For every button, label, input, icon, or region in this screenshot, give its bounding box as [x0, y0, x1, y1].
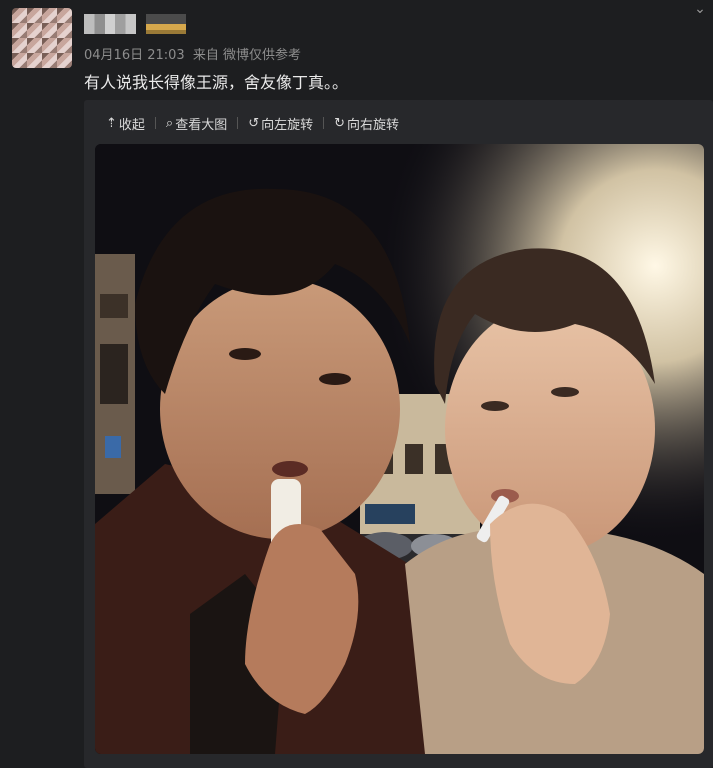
collapse-label: 收起	[118, 117, 145, 133]
post-meta: 04月16日 21:03 来自 微博仅供参考	[84, 44, 301, 63]
user-badge-icon	[146, 14, 186, 34]
rotate-right-icon: ↻	[334, 115, 346, 131]
post-timestamp[interactable]: 04月16日 21:03	[84, 48, 185, 63]
weibo-post: ⌄ 04月16日 21:03 来自 微博仅供参考 有人说我长得像王源，舍友像丁真…	[0, 0, 713, 768]
post-text: 有人说我长得像王源，舍友像丁真。。	[84, 73, 349, 92]
rotate-left-button[interactable]: ↺ 向左旋转	[238, 114, 323, 133]
rotate-left-label: 向左旋转	[261, 117, 314, 133]
view-large-label: 查看大图	[175, 117, 228, 133]
media-toolbar: ⇡ 收起 ⌕ 查看大图 ↺ 向左旋转 ↻ 向右旋转	[106, 112, 409, 134]
avatar[interactable]	[12, 8, 72, 68]
rotate-right-label: 向右旋转	[347, 117, 400, 133]
post-source: 来自 微博仅供参考	[192, 48, 301, 63]
chevron-down-icon[interactable]: ⌄	[693, 2, 707, 16]
rotate-right-button[interactable]: ↻ 向右旋转	[324, 114, 409, 133]
view-large-button[interactable]: ⌕ 查看大图	[156, 114, 237, 133]
media-panel: ⇡ 收起 ⌕ 查看大图 ↺ 向左旋转 ↻ 向右旋转	[84, 100, 713, 768]
post-photo[interactable]	[95, 144, 704, 754]
collapse-button[interactable]: ⇡ 收起	[106, 114, 155, 133]
up-arrow-icon: ⇡	[106, 115, 117, 131]
rotate-left-icon: ↺	[248, 115, 260, 131]
username-pixelated[interactable]	[84, 14, 136, 34]
selfie-photo-illustration	[95, 144, 704, 754]
magnifier-icon: ⌕	[165, 115, 174, 131]
